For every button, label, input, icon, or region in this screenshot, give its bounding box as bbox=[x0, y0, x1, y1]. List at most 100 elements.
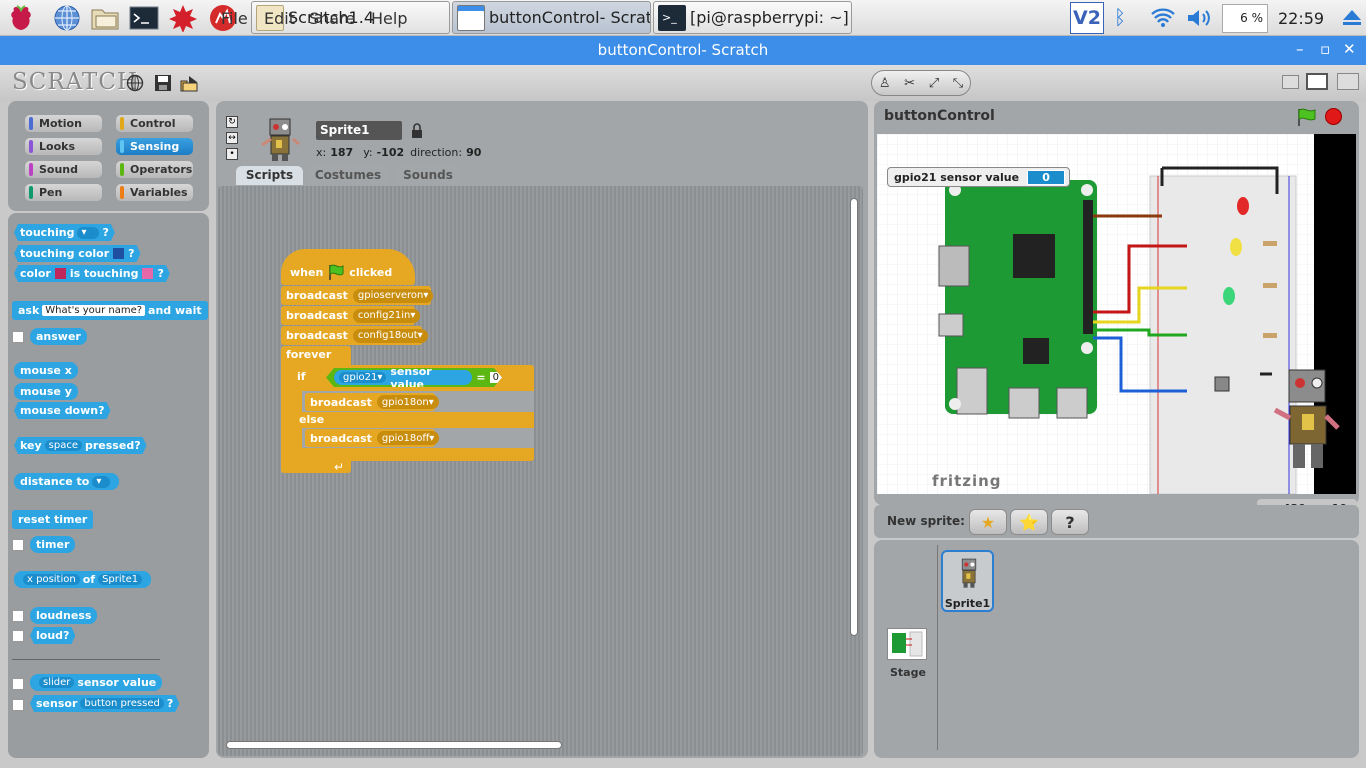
duplicate-tool-icon[interactable]: ♙ bbox=[879, 76, 891, 91]
category-sensing[interactable]: Sensing bbox=[116, 138, 193, 155]
cpu-monitor[interactable]: 6 % bbox=[1222, 4, 1268, 33]
sprite-list-divider bbox=[937, 545, 938, 750]
mouse-x-block[interactable]: mouse x bbox=[14, 362, 78, 379]
shrink-tool-icon[interactable]: ⤡ bbox=[953, 76, 963, 91]
sprite1-label: Sprite1 bbox=[944, 597, 991, 610]
raspberry-menu-icon[interactable] bbox=[6, 3, 36, 33]
broadcast-block[interactable]: broadcast config21in ▾ bbox=[281, 306, 421, 325]
mouse-down-block[interactable]: mouse down? bbox=[14, 402, 111, 419]
broadcast-block[interactable]: broadcast gpioserveron ▾ bbox=[281, 286, 434, 305]
ask-and-wait-block[interactable]: ask What's your name? and wait bbox=[12, 301, 208, 320]
scripts-vertical-scrollbar[interactable] bbox=[850, 198, 858, 636]
close-button[interactable]: ✕ bbox=[1343, 40, 1356, 58]
vnc-icon[interactable]: V2 bbox=[1070, 2, 1104, 34]
no-rotate-icon[interactable]: • bbox=[226, 148, 238, 160]
timer-checkbox[interactable] bbox=[12, 539, 24, 551]
category-pen[interactable]: Pen bbox=[25, 184, 102, 201]
tab-scripts[interactable]: Scripts bbox=[236, 166, 303, 185]
grow-tool-icon[interactable]: ⤢ bbox=[929, 76, 939, 91]
share-icon[interactable] bbox=[179, 73, 201, 96]
task-buttoncontrol-scratch[interactable]: buttonControl- Scratch bbox=[452, 1, 651, 34]
stage-thumbnail[interactable] bbox=[887, 628, 927, 660]
attribute-of-block[interactable]: x position of Sprite1 bbox=[14, 571, 152, 588]
maximize-button[interactable]: ▫ bbox=[1320, 40, 1330, 58]
broadcast-block[interactable]: broadcast config18out ▾ bbox=[281, 326, 428, 345]
project-title: buttonControl bbox=[884, 108, 995, 124]
scratch-logo: SCRATCH bbox=[12, 69, 139, 95]
category-looks[interactable]: Looks bbox=[25, 138, 102, 155]
sprite-position-readout: x: 187 y: -102 direction: 90 bbox=[316, 146, 482, 159]
clock[interactable]: 22:59 bbox=[1278, 9, 1324, 28]
tab-sounds[interactable]: Sounds bbox=[394, 166, 462, 185]
rotate-style-icon[interactable]: ↻ bbox=[226, 116, 238, 128]
timer-block[interactable]: timer bbox=[30, 536, 76, 553]
paint-new-sprite-button[interactable]: ★ bbox=[969, 509, 1007, 535]
loudness-checkbox[interactable] bbox=[12, 610, 24, 622]
broadcast-block[interactable]: broadcast gpio18off ▾ bbox=[305, 429, 440, 447]
key-pressed-block[interactable]: key space pressed? bbox=[14, 437, 147, 454]
answer-block[interactable]: answer bbox=[30, 328, 87, 345]
scratch-menubar bbox=[0, 65, 1366, 101]
equals-operator-block[interactable]: gpio21▾ sensor value = 0 bbox=[326, 368, 502, 387]
touching-color-block[interactable]: touching color? bbox=[14, 245, 141, 262]
category-sound[interactable]: Sound bbox=[25, 161, 102, 178]
delete-tool-icon[interactable]: ✂ bbox=[904, 76, 915, 91]
slider-sensor-value-block[interactable]: slider sensor value bbox=[30, 674, 163, 691]
sprite-tile-sprite1[interactable]: Sprite1 bbox=[941, 550, 994, 612]
stage-canvas[interactable]: fritzing gpio21 sensor value 0 bbox=[877, 134, 1356, 495]
stage-tool-group: ♙ ✂ ⤢ ⤡ bbox=[871, 70, 971, 96]
normal-stage-icon[interactable] bbox=[1306, 73, 1328, 90]
distance-to-block[interactable]: distance to ▾ bbox=[14, 473, 120, 490]
sensor-button-pressed-block[interactable]: sensor button pressed? bbox=[30, 695, 179, 712]
stop-button[interactable] bbox=[1325, 108, 1342, 125]
slider-sensor-checkbox[interactable] bbox=[12, 678, 24, 690]
answer-checkbox[interactable] bbox=[12, 331, 24, 343]
loudness-block[interactable]: loudness bbox=[30, 607, 98, 624]
eject-icon[interactable] bbox=[1341, 7, 1363, 32]
color-touching-block[interactable]: color is touching? bbox=[14, 265, 170, 282]
broadcast-block[interactable]: broadcast gpio18on ▾ bbox=[305, 393, 439, 411]
reset-timer-block[interactable]: reset timer bbox=[12, 510, 94, 529]
lock-icon[interactable] bbox=[411, 123, 423, 141]
sensor-value-monitor[interactable]: gpio21 sensor value 0 bbox=[887, 167, 1071, 187]
minimize-button[interactable]: – bbox=[1296, 40, 1304, 58]
tab-costumes[interactable]: Costumes bbox=[308, 166, 388, 185]
menu-file[interactable]: File bbox=[221, 9, 248, 28]
sensor-value-reporter[interactable]: gpio21▾ sensor value bbox=[334, 370, 472, 385]
sensor-pressed-checkbox[interactable] bbox=[12, 699, 24, 711]
menu-help[interactable]: Help bbox=[371, 9, 407, 28]
task-terminal[interactable]: >_ [pi@raspberrypi: ~] bbox=[653, 1, 852, 34]
when-flag-clicked-block[interactable]: when clicked bbox=[290, 264, 392, 280]
mouse-y-block[interactable]: mouse y bbox=[14, 383, 78, 400]
sprite-name-field[interactable]: Sprite1 bbox=[316, 121, 402, 140]
wifi-icon[interactable] bbox=[1150, 6, 1176, 31]
math-kernel-icon[interactable] bbox=[168, 3, 198, 33]
category-operators[interactable]: Operators bbox=[116, 161, 193, 178]
flip-style-icon[interactable]: ↔ bbox=[226, 132, 238, 144]
web-browser-icon[interactable] bbox=[52, 3, 82, 33]
choose-sprite-file-button[interactable]: ⭐ bbox=[1010, 509, 1048, 535]
bluetooth-icon[interactable]: ᛒ bbox=[1114, 5, 1126, 29]
language-globe-icon[interactable] bbox=[126, 74, 144, 95]
category-control[interactable]: Control bbox=[116, 115, 193, 132]
volume-icon[interactable] bbox=[1186, 7, 1214, 32]
menu-edit[interactable]: Edit bbox=[264, 9, 295, 28]
small-stage-icon[interactable] bbox=[1282, 75, 1299, 89]
loud-block[interactable]: loud? bbox=[30, 627, 75, 644]
stage-backdrop-circuit bbox=[877, 134, 1340, 495]
scripts-horizontal-scrollbar[interactable] bbox=[226, 741, 562, 749]
touching-block[interactable]: touching ▾? bbox=[14, 224, 115, 241]
random-sprite-button[interactable]: ? bbox=[1051, 509, 1089, 535]
save-icon[interactable] bbox=[154, 74, 172, 95]
window-title: buttonControl- Scratch bbox=[597, 41, 769, 59]
category-variables[interactable]: Variables bbox=[116, 184, 193, 201]
green-flag-button[interactable] bbox=[1296, 108, 1318, 129]
menu-share[interactable]: Share bbox=[309, 9, 355, 28]
file-manager-icon[interactable] bbox=[90, 3, 120, 33]
window-titlebar: buttonControl- Scratch bbox=[0, 36, 1366, 65]
if-label: if bbox=[297, 370, 306, 383]
terminal-icon[interactable] bbox=[129, 3, 159, 33]
loud-checkbox[interactable] bbox=[12, 630, 24, 642]
category-motion[interactable]: Motion bbox=[25, 115, 102, 132]
presentation-mode-icon[interactable] bbox=[1337, 73, 1359, 90]
